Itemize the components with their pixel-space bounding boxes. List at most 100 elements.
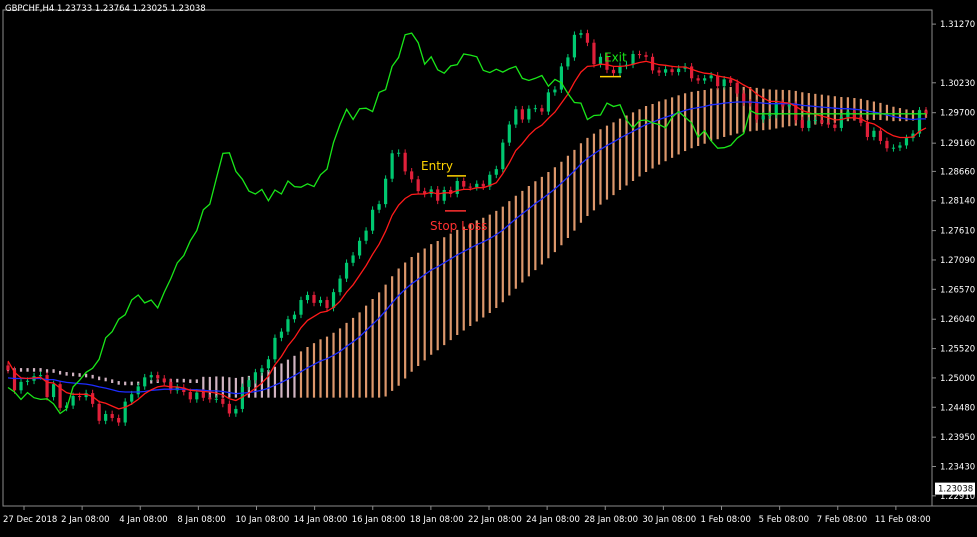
candle-body	[722, 79, 726, 87]
candle-body	[305, 294, 310, 301]
candle-body	[820, 120, 824, 123]
x-tick-label: 27 Dec 2018	[3, 515, 57, 525]
candle-body	[208, 397, 212, 400]
chart-header: GBPCHF,H4 1.23733 1.23764 1.23025 1.2303…	[5, 4, 206, 14]
candle-body	[188, 392, 192, 400]
candle-body	[234, 408, 238, 414]
stop-loss-label: Stop Loss	[430, 219, 487, 233]
x-tick-label: 8 Jan 08:00	[177, 515, 225, 525]
candle-body	[611, 69, 616, 74]
candle-body	[214, 398, 218, 400]
y-tick-label: 1.27090	[940, 256, 975, 266]
candle-body	[878, 130, 883, 141]
x-tick-label: 22 Jan 08:00	[468, 515, 522, 525]
candle-body	[833, 124, 837, 128]
y-tick-label: 1.27610	[940, 227, 975, 237]
current-price-label: 1.23038	[938, 485, 973, 495]
y-tick-label: 1.31270	[940, 20, 975, 30]
candle-body	[768, 114, 772, 116]
y-tick-label: 1.28140	[940, 197, 975, 207]
candle-body	[761, 115, 765, 120]
entry-label: Entry	[421, 159, 453, 173]
candle-body	[670, 69, 674, 73]
ema-slow-line	[7, 101, 926, 395]
candle-body	[644, 55, 648, 57]
candle-body	[364, 230, 368, 241]
plot-frame	[2, 9, 933, 507]
candle-body	[501, 142, 505, 170]
candle-body	[201, 392, 205, 398]
candle-body	[709, 75, 713, 79]
candle-body	[703, 78, 707, 81]
candle-body	[149, 375, 153, 378]
candle-body	[104, 414, 108, 421]
candle-body	[156, 375, 160, 379]
y-tick-label: 1.28660	[940, 167, 975, 177]
y-tick-label: 1.25000	[940, 374, 975, 384]
candle-body	[110, 414, 114, 418]
y-tick-label: 1.23430	[940, 463, 975, 473]
candle-body	[38, 375, 43, 377]
candle-body	[51, 384, 56, 398]
candle-body	[266, 359, 271, 369]
candle-body	[572, 34, 577, 58]
price-chart[interactable]: GBPCHF,H4 1.23733 1.23764 1.23025 1.2303…	[0, 0, 977, 533]
candle-body	[377, 204, 381, 210]
candle-body	[299, 300, 303, 315]
candle-body	[663, 69, 668, 73]
candle-body	[872, 130, 876, 137]
x-tick-label: 24 Jan 08:00	[526, 515, 580, 525]
candle-body	[318, 300, 323, 303]
chart-window: GBPCHF,H4 1.23733 1.23764 1.23025 1.2303…	[0, 0, 977, 533]
candle-body	[735, 82, 739, 94]
candle-body	[455, 180, 459, 194]
candle-body	[520, 109, 524, 120]
candle-body	[800, 120, 804, 128]
candle-body	[553, 89, 557, 93]
candle-body	[716, 75, 720, 87]
x-tick-label: 30 Jan 08:00	[642, 515, 696, 525]
x-tick-label: 11 Feb 08:00	[875, 515, 931, 525]
candle-body	[247, 380, 251, 387]
candle-body	[338, 278, 342, 293]
candle-body	[253, 372, 258, 381]
y-tick-label: 1.29700	[940, 109, 975, 119]
candle-body	[71, 395, 75, 406]
candle-body	[592, 42, 596, 65]
candle-body	[286, 319, 290, 332]
x-tick-label: 5 Feb 08:00	[759, 515, 809, 525]
x-tick-label: 16 Jan 08:00	[352, 515, 406, 525]
candle-body	[631, 54, 635, 65]
exit-label: Exit	[604, 51, 627, 65]
candle-body	[813, 120, 817, 122]
candle-body	[755, 103, 759, 120]
candle-body	[279, 331, 284, 338]
x-tick-label: 28 Jan 08:00	[584, 515, 638, 525]
candle-body	[136, 386, 140, 395]
y-tick-label: 1.23950	[940, 433, 975, 443]
candle-body	[325, 300, 329, 308]
candle-body	[540, 108, 544, 112]
candle-body	[898, 145, 902, 148]
candle-body	[885, 140, 889, 149]
x-tick-label: 7 Feb 08:00	[817, 515, 867, 525]
candle-body	[227, 403, 231, 414]
candle-body	[507, 124, 511, 143]
y-tick-label: 1.26570	[940, 285, 975, 295]
candle-body	[357, 240, 362, 256]
candle-body	[312, 294, 316, 303]
candle-body	[442, 190, 446, 201]
candle-body	[292, 314, 297, 320]
candle-body	[78, 395, 82, 398]
candle-body	[579, 33, 583, 35]
candle-body	[410, 171, 414, 180]
candle-body	[826, 122, 830, 125]
candle-body	[260, 368, 264, 373]
candle-body	[25, 380, 30, 382]
x-tick-label: 10 Jan 08:00	[236, 515, 290, 525]
candle-body	[273, 337, 277, 360]
candle-body	[45, 375, 49, 398]
candle-body	[97, 403, 101, 421]
candle-body	[807, 120, 811, 128]
candle-body	[162, 378, 166, 382]
